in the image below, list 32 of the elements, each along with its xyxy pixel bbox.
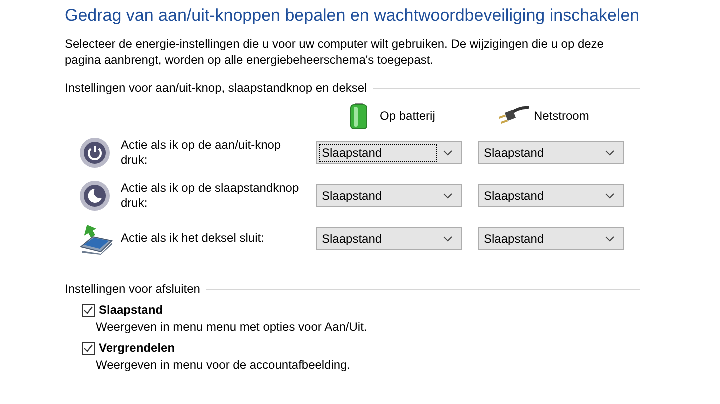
section-heading: Instellingen voor afsluiten <box>65 282 202 296</box>
sleep-button-icon <box>80 180 110 210</box>
chevron-down-icon <box>605 150 615 156</box>
option-label: Vergrendelen <box>99 341 176 355</box>
option-description: Weergeven in menu voor de accountafbeelding. <box>96 358 352 372</box>
checkbox[interactable] <box>82 304 95 316</box>
chevron-down-icon <box>605 236 615 242</box>
setting-label: Actie als ik op de aan/uit-knop druk: <box>121 138 282 168</box>
dropdown[interactable]: Slaapstand <box>478 227 624 250</box>
chevron-down-icon <box>443 192 453 198</box>
page-description: Selecteer de energie-instellingen die u voor uw computer wilt gebruiken. De wijzigingen die u op deze pagina aanbrengt, worden op alle energiebeheerschema's toegepast. <box>65 36 605 68</box>
checkbox[interactable] <box>82 342 95 354</box>
section-heading: Instellingen voor aan/uit-knop, slaapstandknop en deksel <box>65 81 368 95</box>
dropdown[interactable]: Slaapstand <box>316 227 462 250</box>
chevron-down-icon <box>605 192 615 198</box>
chevron-down-icon <box>443 236 453 242</box>
battery-icon <box>350 103 368 130</box>
dropdown[interactable]: Slaapstand <box>316 184 462 207</box>
column-heading: Op batterij <box>380 109 436 123</box>
dropdown[interactable]: Slaapstand <box>316 141 462 164</box>
column-heading: Netstroom <box>534 109 590 123</box>
option-label: Slaapstand <box>99 303 164 317</box>
plug-icon <box>498 106 530 124</box>
laptop-icon <box>80 224 113 254</box>
option-description: Weergeven in menu menu met opties voor Aan/Uit. <box>96 320 368 334</box>
dropdown[interactable]: Slaapstand <box>478 141 624 164</box>
dropdown[interactable]: Slaapstand <box>478 184 624 207</box>
setting-label: Actie als ik het deksel sluit: <box>121 231 266 246</box>
chevron-down-icon <box>443 150 453 156</box>
page-title: Gedrag van aan/uit-knoppen bepalen en wachtwoordbeveiliging inschakelen <box>65 6 640 26</box>
setting-label: Actie als ik op de slaapstandknop druk: <box>121 180 300 210</box>
power-button-icon <box>80 138 110 168</box>
